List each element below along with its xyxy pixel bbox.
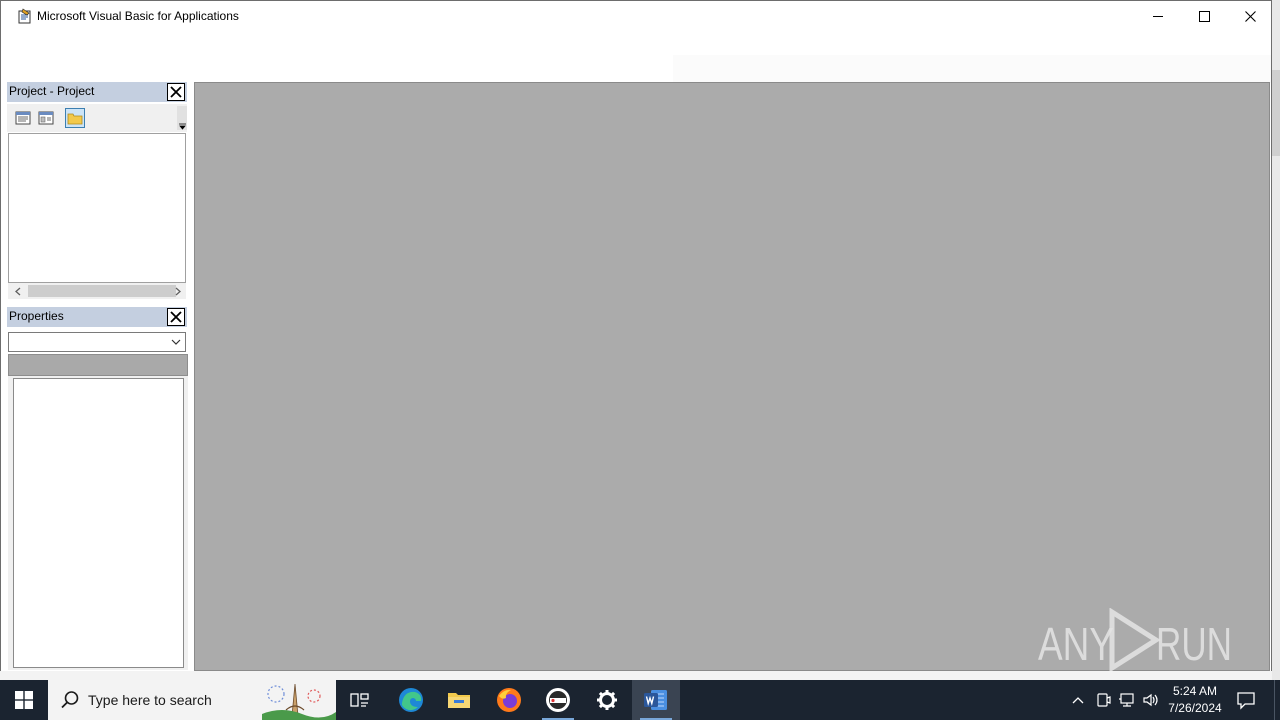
file-explorer-taskbar-button[interactable] bbox=[435, 680, 483, 720]
settings-taskbar-button[interactable] bbox=[583, 680, 631, 720]
volume-icon bbox=[1143, 693, 1158, 707]
edge-icon bbox=[399, 688, 423, 712]
scroll-right-button[interactable] bbox=[170, 283, 186, 299]
maximize-button[interactable] bbox=[1181, 1, 1227, 31]
close-icon bbox=[170, 86, 182, 98]
chevron-left-icon bbox=[15, 287, 21, 295]
search-placeholder: Type here to search bbox=[88, 692, 212, 708]
code-workspace[interactable] bbox=[194, 82, 1270, 671]
project-horizontal-scrollbar[interactable] bbox=[8, 283, 186, 299]
action-center-button[interactable] bbox=[1236, 690, 1258, 710]
start-button[interactable] bbox=[0, 680, 48, 720]
properties-tabs[interactable] bbox=[8, 354, 188, 376]
firefox-icon bbox=[497, 688, 521, 712]
properties-pane-titlebar[interactable]: Properties bbox=[7, 307, 187, 327]
network-tray-button[interactable] bbox=[1117, 690, 1137, 710]
maximize-icon bbox=[1198, 10, 1210, 22]
scroll-left-button[interactable] bbox=[10, 283, 26, 299]
toolbar-overflow-button[interactable] bbox=[177, 106, 187, 130]
scrollbar-thumb[interactable] bbox=[28, 285, 176, 297]
project-toolbar bbox=[7, 104, 187, 132]
vba-app-icon bbox=[18, 8, 31, 24]
minimize-button[interactable] bbox=[1135, 1, 1181, 31]
project-pane-close-button[interactable] bbox=[167, 83, 185, 101]
object-selector-dropdown[interactable] bbox=[8, 332, 186, 352]
anyrun-app-taskbar-button[interactable] bbox=[534, 680, 582, 720]
meet-now-tray-button[interactable] bbox=[1093, 690, 1113, 710]
view-code-button[interactable] bbox=[13, 108, 33, 128]
project-pane-titlebar[interactable]: Project - Project bbox=[7, 82, 187, 102]
view-object-icon bbox=[38, 111, 54, 125]
show-desktop-button[interactable] bbox=[1274, 680, 1280, 720]
word-taskbar-button[interactable] bbox=[632, 680, 680, 720]
network-icon bbox=[1119, 693, 1134, 707]
close-icon bbox=[1244, 10, 1256, 22]
toggle-folders-button[interactable] bbox=[65, 108, 85, 128]
word-icon bbox=[644, 690, 667, 710]
folder-icon bbox=[67, 113, 83, 124]
close-icon bbox=[170, 311, 182, 323]
menu-toolbar-area bbox=[7, 31, 1271, 83]
search-highlight-illustration bbox=[262, 680, 336, 720]
properties-pane-close-button[interactable] bbox=[167, 308, 185, 326]
task-view-icon bbox=[350, 693, 369, 707]
taskbar-search-box[interactable]: Type here to search bbox=[48, 680, 336, 720]
task-view-button[interactable] bbox=[336, 680, 384, 720]
edge-taskbar-button[interactable] bbox=[387, 680, 435, 720]
firefox-taskbar-button[interactable] bbox=[485, 680, 533, 720]
file-explorer-icon bbox=[448, 693, 470, 708]
project-tree[interactable] bbox=[8, 133, 186, 283]
watermark-text-any: ANY bbox=[1038, 618, 1114, 670]
anyrun-watermark: ANY RUN bbox=[1038, 608, 1232, 672]
view-code-icon bbox=[15, 111, 31, 125]
view-object-button[interactable] bbox=[36, 108, 56, 128]
chevron-down-icon bbox=[178, 123, 186, 130]
window-title: Microsoft Visual Basic for Applications bbox=[37, 9, 239, 23]
close-button[interactable] bbox=[1227, 1, 1273, 31]
clock-time: 5:24 AM bbox=[1172, 684, 1218, 698]
chevron-down-icon bbox=[171, 339, 181, 345]
properties-grid[interactable] bbox=[13, 378, 184, 668]
volume-tray-button[interactable] bbox=[1141, 690, 1161, 710]
taskbar: Type here to search 5:24 AM 7/26/2024 bbox=[0, 680, 1280, 720]
watermark-text-run: RUN bbox=[1156, 618, 1232, 670]
anyrun-app-icon bbox=[546, 688, 570, 712]
background-window-edge bbox=[1272, 0, 1280, 680]
minimize-icon bbox=[1152, 15, 1163, 17]
clock-date: 7/26/2024 bbox=[1168, 701, 1222, 715]
properties-pane-title: Properties bbox=[9, 309, 64, 323]
show-hidden-icons-button[interactable] bbox=[1068, 690, 1088, 710]
chevron-right-icon bbox=[175, 287, 181, 295]
title-bar[interactable]: Microsoft Visual Basic for Applications bbox=[1, 1, 1271, 31]
project-pane-title: Project - Project bbox=[9, 84, 95, 98]
windows-logo-icon bbox=[15, 691, 33, 709]
background-status-bar bbox=[0, 671, 1272, 680]
search-icon bbox=[61, 691, 79, 709]
chevron-up-icon bbox=[1072, 697, 1084, 704]
notification-icon bbox=[1237, 692, 1255, 710]
device-icon bbox=[1097, 693, 1111, 707]
taskbar-clock[interactable]: 5:24 AM 7/26/2024 bbox=[1160, 683, 1230, 717]
settings-icon bbox=[597, 690, 617, 710]
